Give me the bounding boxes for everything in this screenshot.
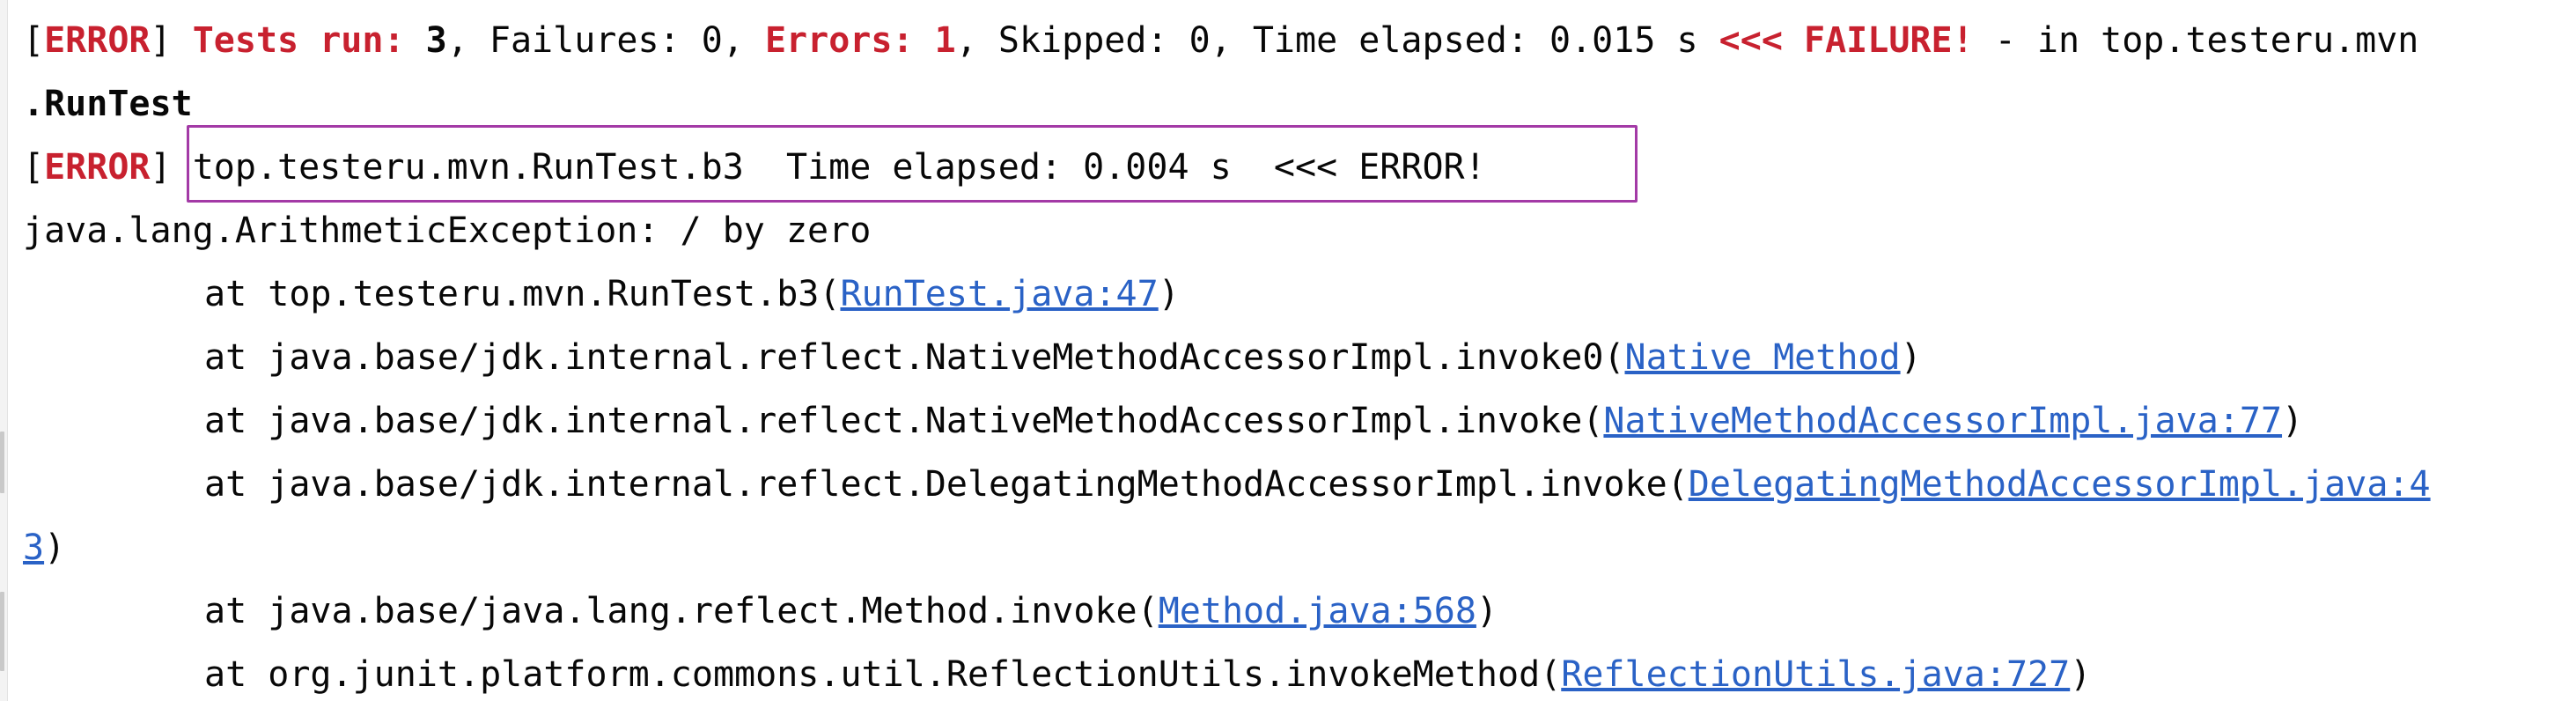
source-link[interactable]: Method.java:568 [1159,591,1476,631]
stack-frame: at java.base/java.lang.reflect.Method.in… [23,579,1498,643]
skipped-and-time: , Skipped: 0, Time elapsed: 0.015 s [955,20,1719,61]
console-line-class: .RunTest [23,84,193,124]
errors-count: Errors: 1 [764,20,956,61]
bracket: ] [150,147,172,188]
stack-frame: at java.base/jdk.internal.reflect.Delega… [23,453,2431,516]
stack-frame-text: ) [44,528,66,568]
stack-frame-text: at java.base/java.lang.reflect.Method.in… [204,591,1159,631]
stack-frame-text: ) [2070,654,2092,695]
stack-frame-wrap: 3) [23,516,65,579]
source-link[interactable]: RunTest.java:47 [840,274,1158,314]
source-link[interactable]: Native Method [1625,337,1901,378]
test-class-path: - in top.testeru.mvn [1973,20,2419,61]
source-link[interactable]: 3 [23,528,44,568]
console-output: [ERROR] Tests run: 3, Failures: 0, Error… [0,0,2576,701]
gutter-marker [0,432,4,493]
gutter-marker [0,592,4,671]
bracket: [ [23,20,45,61]
source-link[interactable]: DelegatingMethodAccessorImpl.java:4 [1689,464,2431,505]
stack-frame-text: at org.junit.platform.commons.util.Refle… [204,654,1562,695]
highlight-box [187,125,1638,203]
exception-message: java.lang.ArithmeticException: / by zero [23,210,872,251]
console-line-summary: [ERROR] Tests run: 3, Failures: 0, Error… [23,9,2418,72]
stack-frame-text: ) [1900,337,1922,378]
stack-frame-text: at java.base/jdk.internal.reflect.Native… [204,401,1604,441]
source-link[interactable]: ReflectionUtils.java:727 [1561,654,2070,695]
bracket: ] [150,20,172,61]
error-tag: ERROR [44,147,151,188]
stack-frame: at org.junit.platform.commons.util.Refle… [23,643,2091,701]
stack-frame-text: at java.base/jdk.internal.reflect.Native… [204,337,1625,378]
stack-frame-text: ) [1158,274,1180,314]
tests-run-value: 3 [425,20,447,61]
failure-marker: <<< FAILURE! [1719,20,1974,61]
stack-frame-text: at top.testeru.mvn.RunTest.b3( [204,274,841,314]
tests-run-label: Tests run: [192,20,405,61]
stack-frame-text: at java.base/jdk.internal.reflect.Delega… [204,464,1689,505]
source-link[interactable]: NativeMethodAccessorImpl.java:77 [1603,401,2282,441]
stack-frame: at java.base/jdk.internal.reflect.Native… [23,389,2303,453]
stack-frame-text: ) [2282,401,2304,441]
error-tag: ERROR [44,20,151,61]
stack-frame: at java.base/jdk.internal.reflect.Native… [23,326,1922,389]
failures-count: , Failures: 0, [446,20,765,61]
stack-frame: at top.testeru.mvn.RunTest.b3(RunTest.ja… [23,262,1180,326]
bracket: [ [23,147,45,188]
stack-frame-text: ) [1476,591,1498,631]
